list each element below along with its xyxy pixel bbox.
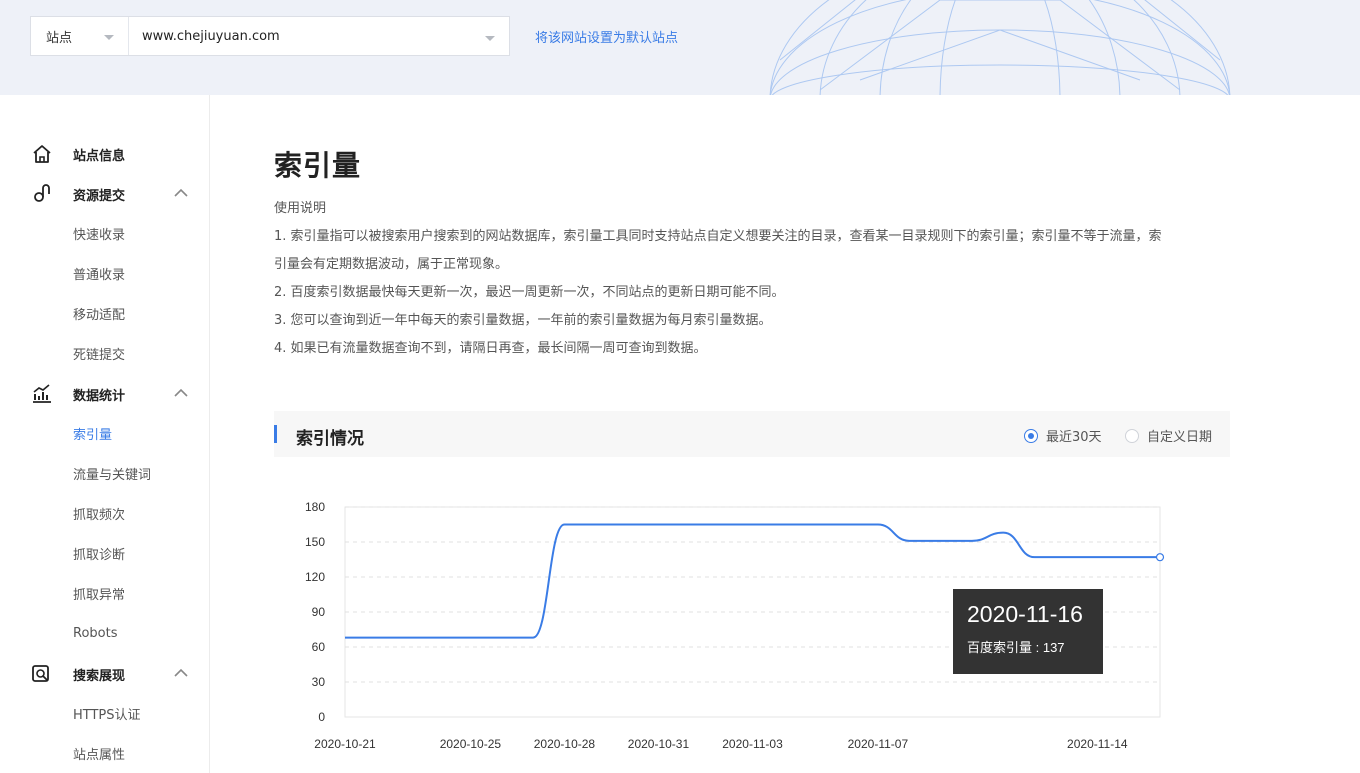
set-default-site-link[interactable]: 将该网站设置为默认站点 bbox=[535, 27, 678, 46]
sidebar-item-mobile-adapt[interactable]: 移动适配 bbox=[0, 293, 209, 333]
chart-end-point[interactable] bbox=[1155, 553, 1165, 562]
chevron-up-icon[interactable] bbox=[174, 668, 188, 678]
usage-line: 引量会有定期数据波动，属于正常现象。 bbox=[274, 257, 509, 272]
y-tick-label: 120 bbox=[305, 570, 325, 584]
usage-line: 4. 如果已有流量数据查询不到，请隔日再查，最长间隔一周可查询到数据。 bbox=[274, 341, 707, 356]
site-domain-dropdown[interactable]: www.chejiuyuan.com bbox=[129, 17, 509, 55]
y-tick-label: 180 bbox=[305, 500, 325, 514]
sidebar-item-crawl-errors[interactable]: 抓取异常 bbox=[0, 573, 209, 613]
radio-custom-date[interactable]: 自定义日期 bbox=[1125, 426, 1212, 445]
caret-down-icon bbox=[485, 36, 495, 41]
tooltip-value: 百度索引量 : 137 bbox=[967, 640, 1065, 655]
sidebar-item-site-attributes[interactable]: 站点属性 bbox=[0, 733, 209, 773]
sidebar-item-normal-index[interactable]: 普通收录 bbox=[0, 253, 209, 293]
sidebar-group-resource-submit[interactable]: 资源提交 bbox=[0, 174, 209, 214]
radio-label: 最近30天 bbox=[1046, 430, 1102, 445]
page-title: 索引量 bbox=[274, 149, 362, 182]
x-tick-label: 2020-11-03 bbox=[722, 737, 783, 751]
section-title: 索引情况 bbox=[296, 429, 364, 449]
x-tick-label: 2020-10-21 bbox=[314, 737, 376, 751]
sidebar-item-https[interactable]: HTTPS认证 bbox=[0, 693, 209, 733]
chevron-up-icon[interactable] bbox=[174, 188, 188, 198]
tooltip-date: 2020-11-16 bbox=[967, 601, 1083, 627]
section-accent-bar bbox=[274, 425, 277, 443]
y-tick-label: 150 bbox=[305, 535, 325, 549]
usage-line: 1. 索引量指可以被搜索用户搜索到的网站数据库，索引量工具同时支持站点自定义想要… bbox=[274, 229, 1162, 244]
chart-x-axis: 2020-10-21 2020-10-25 2020-10-28 2020-10-31… bbox=[314, 737, 1128, 751]
usage-instructions: 使用说明 1. 索引量指可以被搜索用户搜索到的网站数据库，索引量工具同时支持站点… bbox=[274, 195, 1234, 363]
sidebar-group-label: 搜索展现 bbox=[73, 668, 126, 684]
sidebar-item-crawl-diagnosis[interactable]: 抓取诊断 bbox=[0, 533, 209, 573]
top-bar: 站点 www.chejiuyuan.com 将该网站设置为默认站点 bbox=[0, 0, 1360, 95]
radio-label: 自定义日期 bbox=[1147, 430, 1213, 445]
sidebar-item-crawl-frequency[interactable]: 抓取频次 bbox=[0, 493, 209, 533]
sidebar: 站点信息 资源提交 快速收录 普通收录 移动适配 死链提交 数据统计 索引量 流… bbox=[0, 95, 210, 773]
usage-line: 2. 百度索引数据最快每天更新一次，最迟一周更新一次，不同站点的更新日期可能不同… bbox=[274, 285, 785, 300]
y-tick-label: 60 bbox=[312, 640, 326, 654]
site-domain-value: www.chejiuyuan.com bbox=[142, 28, 280, 44]
sidebar-group-data-stats[interactable]: 数据统计 bbox=[0, 374, 209, 414]
globe-decoration bbox=[769, 0, 1231, 95]
y-tick-label: 0 bbox=[318, 710, 325, 724]
chevron-up-icon[interactable] bbox=[174, 388, 188, 398]
home-icon bbox=[33, 145, 51, 163]
stats-icon bbox=[33, 384, 51, 403]
sidebar-group-site-info[interactable]: 站点信息 bbox=[0, 134, 209, 174]
sidebar-group-search-display[interactable]: 搜索展现 bbox=[0, 654, 209, 694]
index-volume-chart: 0306090120150180 2020-10-21 2020-10-25 202… bbox=[305, 500, 1165, 751]
sidebar-group-label: 数据统计 bbox=[73, 388, 126, 404]
sidebar-group-label: 站点信息 bbox=[73, 148, 126, 164]
usage-title: 使用说明 bbox=[274, 201, 327, 216]
sidebar-item-dead-link[interactable]: 死链提交 bbox=[0, 333, 209, 373]
chart-y-axis: 0 30 60 90 120 150 180 bbox=[305, 500, 325, 724]
caret-down-icon bbox=[104, 35, 114, 40]
sidebar-item-robots[interactable]: Robots bbox=[0, 613, 209, 653]
x-tick-label: 2020-10-25 bbox=[440, 737, 502, 751]
x-tick-label: 2020-10-31 bbox=[628, 737, 690, 751]
sidebar-item-fast-index[interactable]: 快速收录 bbox=[0, 213, 209, 253]
x-tick-label: 2020-11-07 bbox=[848, 737, 909, 751]
submit-icon bbox=[34, 184, 50, 202]
site-type-dropdown[interactable]: 站点 bbox=[31, 17, 129, 55]
radio-last-30-days[interactable]: 最近30天 bbox=[1024, 426, 1102, 445]
index-section-header: 索引情况 最近30天 自定义日期 bbox=[274, 411, 1230, 457]
x-tick-label: 2020-11-14 bbox=[1067, 737, 1128, 751]
chart-tooltip: 2020-11-16 百度索引量 : 137 bbox=[953, 589, 1103, 674]
site-type-label: 站点 bbox=[46, 30, 73, 46]
sidebar-item-traffic-keywords[interactable]: 流量与关键词 bbox=[0, 453, 209, 493]
search-display-icon bbox=[32, 665, 49, 682]
y-tick-label: 30 bbox=[312, 675, 326, 689]
usage-line: 3. 您可以查询到近一年中每天的索引量数据，一年前的索引量数据为每月索引量数据。 bbox=[274, 313, 772, 328]
site-selector: 站点 www.chejiuyuan.com bbox=[30, 16, 510, 56]
radio-unselected-icon bbox=[1125, 428, 1139, 443]
y-tick-label: 90 bbox=[312, 605, 326, 619]
radio-selected-icon bbox=[1024, 428, 1038, 443]
x-tick-label: 2020-10-28 bbox=[534, 737, 596, 751]
sidebar-item-index-volume[interactable]: 索引量 bbox=[0, 413, 209, 453]
sidebar-group-label: 资源提交 bbox=[73, 188, 126, 204]
